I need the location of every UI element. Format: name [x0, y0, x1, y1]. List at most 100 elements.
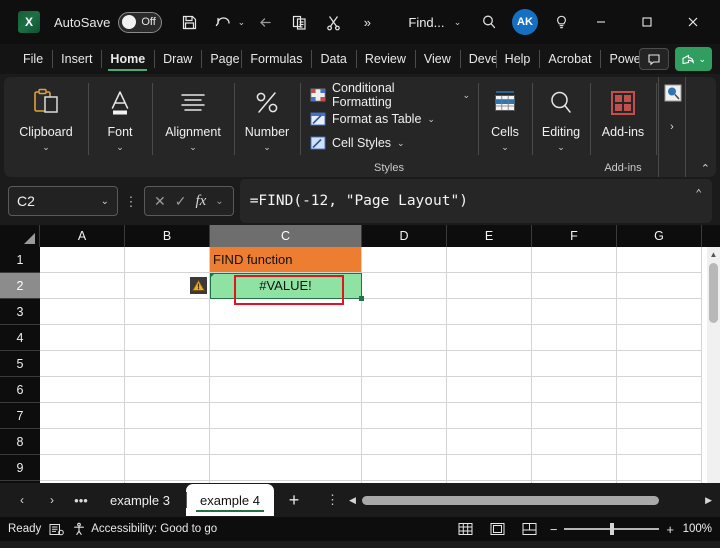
maximize-button[interactable]: [624, 0, 670, 44]
group-editing[interactable]: Editing ⌄: [532, 77, 590, 177]
scroll-up-icon[interactable]: ▲: [707, 247, 720, 261]
cell-e3[interactable]: [447, 299, 532, 325]
horizontal-scroll-thumb[interactable]: [362, 496, 659, 505]
sheet-tab-example-3[interactable]: example 3: [96, 484, 184, 516]
tab-review[interactable]: Review: [356, 44, 415, 74]
tab-data[interactable]: Data: [311, 44, 355, 74]
tab-help[interactable]: Help: [496, 44, 540, 74]
group-clipboard[interactable]: Clipboard ⌄: [4, 77, 88, 177]
row-header-2[interactable]: 2: [0, 273, 40, 299]
cell-a6[interactable]: [40, 377, 125, 403]
cell-f3[interactable]: [532, 299, 617, 325]
find-dropdown[interactable]: Find... ⌄: [408, 7, 464, 37]
cell-d7[interactable]: [362, 403, 447, 429]
group-font[interactable]: Font ⌄: [88, 77, 152, 177]
cell-f4[interactable]: [532, 325, 617, 351]
vertical-dots-icon[interactable]: ⋮: [124, 195, 138, 208]
cell-e8[interactable]: [447, 429, 532, 455]
cut-icon[interactable]: [316, 7, 350, 37]
record-macro-icon[interactable]: [49, 523, 64, 536]
cell-g1[interactable]: [617, 247, 702, 273]
horizontal-scroll-track[interactable]: [362, 496, 699, 505]
scroll-left-icon[interactable]: ◀: [349, 495, 356, 506]
cell-f9[interactable]: [532, 455, 617, 481]
cell-b9[interactable]: [125, 455, 210, 481]
zoom-level-label[interactable]: 100%: [682, 523, 712, 535]
vertical-scroll-thumb[interactable]: [709, 263, 718, 323]
close-button[interactable]: [670, 0, 716, 44]
row-header-3[interactable]: 3: [0, 299, 40, 325]
search-icon[interactable]: [472, 7, 506, 37]
next-sheet-icon[interactable]: ›: [38, 486, 66, 514]
copy-icon[interactable]: [282, 7, 316, 37]
cell-e9[interactable]: [447, 455, 532, 481]
vertical-scrollbar[interactable]: ▲: [707, 247, 720, 483]
previous-sheet-icon[interactable]: ‹: [8, 486, 36, 514]
cell-f1[interactable]: [532, 247, 617, 273]
cell-c2[interactable]: #VALUE!: [210, 273, 362, 299]
alignment-chevron-down-icon[interactable]: ⌄: [189, 142, 197, 152]
fx-chevron-down-icon[interactable]: ⌄: [215, 196, 223, 207]
cell-d6[interactable]: [362, 377, 447, 403]
cell-d9[interactable]: [362, 455, 447, 481]
cell-g2[interactable]: [617, 273, 702, 299]
cell-g4[interactable]: [617, 325, 702, 351]
cell-e1[interactable]: [447, 247, 532, 273]
cell-e2[interactable]: [447, 273, 532, 299]
cell-b4[interactable]: [125, 325, 210, 351]
cell-f6[interactable]: [532, 377, 617, 403]
zoom-in-button[interactable]: +: [666, 523, 674, 536]
cell-a3[interactable]: [40, 299, 125, 325]
cell-b6[interactable]: [125, 377, 210, 403]
redo-icon[interactable]: [248, 7, 282, 37]
more-commands-icon[interactable]: »: [350, 7, 384, 37]
column-header-g[interactable]: G: [617, 225, 702, 247]
lightbulb-icon[interactable]: [544, 7, 578, 37]
cell-a7[interactable]: [40, 403, 125, 429]
cancel-formula-icon[interactable]: ✕: [154, 193, 166, 210]
cell-a5[interactable]: [40, 351, 125, 377]
editing-chevron-down-icon[interactable]: ⌄: [557, 142, 565, 152]
cells-chevron-down-icon[interactable]: ⌄: [501, 142, 509, 152]
cell-g9[interactable]: [617, 455, 702, 481]
all-sheets-icon[interactable]: •••: [68, 486, 94, 514]
tab-file[interactable]: File: [14, 44, 52, 74]
cell-d2[interactable]: [362, 273, 447, 299]
column-header-a[interactable]: A: [40, 225, 125, 247]
column-header-d[interactable]: D: [362, 225, 447, 247]
cell-c3[interactable]: [210, 299, 362, 325]
column-header-f[interactable]: F: [532, 225, 617, 247]
row-header-5[interactable]: 5: [0, 351, 40, 377]
cell-b8[interactable]: [125, 429, 210, 455]
tab-draw[interactable]: Draw: [154, 44, 201, 74]
format-as-table-chevron-down-icon[interactable]: ⌄: [427, 114, 435, 125]
accessibility-status[interactable]: Accessibility: Good to go: [72, 522, 217, 536]
cell-styles-item[interactable]: Cell Styles ⌄: [310, 131, 405, 155]
formula-input[interactable]: =FIND(-12, "Page Layout") ⌃: [240, 179, 712, 223]
sheet-tab-example-4[interactable]: example 4: [186, 484, 274, 516]
ribbon-collapse-icon[interactable]: ⌃: [701, 162, 710, 175]
cell-d3[interactable]: [362, 299, 447, 325]
group-cells[interactable]: Cells ⌄: [478, 77, 532, 177]
find-chevron-down-icon[interactable]: ⌄: [451, 7, 465, 37]
cell-b2[interactable]: [125, 273, 210, 299]
normal-view-icon[interactable]: [454, 519, 478, 539]
tab-power-pivot[interactable]: Power Pivot: [600, 44, 639, 74]
cell-a9[interactable]: [40, 455, 125, 481]
tab-insert[interactable]: Insert: [52, 44, 101, 74]
cell-g8[interactable]: [617, 429, 702, 455]
cell-e4[interactable]: [447, 325, 532, 351]
cell-c1[interactable]: FIND function: [210, 247, 362, 273]
conditional-formatting-chevron-down-icon[interactable]: ⌄: [462, 90, 470, 101]
tab-view[interactable]: View: [415, 44, 460, 74]
cell-f2[interactable]: [532, 273, 617, 299]
cell-b3[interactable]: [125, 299, 210, 325]
cell-d4[interactable]: [362, 325, 447, 351]
zoom-slider-thumb[interactable]: [610, 523, 614, 535]
row-header-1[interactable]: 1: [0, 247, 40, 273]
ribbon-overflow-button[interactable]: ›: [658, 77, 686, 177]
autosave-toggle[interactable]: Off: [118, 12, 162, 33]
cell-b5[interactable]: [125, 351, 210, 377]
font-chevron-down-icon[interactable]: ⌄: [116, 142, 124, 152]
save-icon[interactable]: [172, 7, 206, 37]
